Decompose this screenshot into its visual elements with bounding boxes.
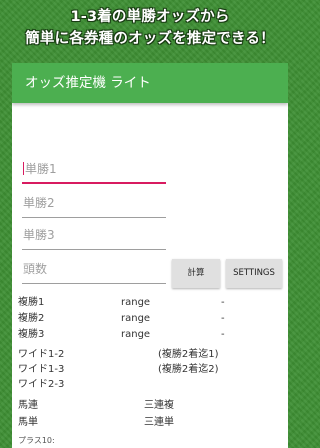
text-caret: [23, 162, 24, 175]
calc-button[interactable]: 計算: [172, 259, 220, 288]
combo-row-1: 馬連: [18, 399, 38, 413]
place-value: -: [221, 297, 225, 308]
wide-row-2: ワイド1-3: [18, 363, 64, 377]
combo-left: 馬単: [18, 417, 38, 428]
place-value: -: [221, 313, 225, 324]
combo-right: 三連複: [144, 400, 174, 411]
footer-label: プラス10:: [18, 436, 55, 445]
win1-input[interactable]: 単勝1: [22, 158, 166, 184]
place-range: range: [121, 329, 151, 340]
place-value: -: [221, 329, 225, 340]
heads-input[interactable]: 頭数: [22, 258, 166, 284]
win3-input[interactable]: 単勝3: [22, 224, 166, 250]
wide-note: (複勝2着迄2): [158, 364, 219, 375]
app-title: オッズ推定機 ライト: [25, 75, 151, 91]
wide-label: ワイド1-2: [18, 349, 65, 360]
promo-banner: 1-3着の単勝オッズから 簡単に各券種のオッズを推定できる！: [0, 6, 300, 50]
place-row-2: 複勝2: [18, 312, 44, 326]
wide-label: ワイド2-3: [18, 379, 65, 390]
heads-placeholder: 頭数: [23, 262, 48, 276]
settings-button[interactable]: SETTINGS: [226, 259, 282, 288]
win1-placeholder: 単勝1: [25, 162, 57, 176]
win2-placeholder: 単勝2: [23, 196, 55, 210]
wide-label: ワイド1-3: [18, 364, 65, 375]
banner-line-1: 1-3着の単勝オッズから: [70, 9, 230, 25]
place-label: 複勝3: [18, 329, 45, 340]
place-range: range: [121, 313, 151, 324]
combo-left: 馬連: [18, 400, 38, 411]
wide-row-3: ワイド2-3: [18, 378, 64, 392]
place-label: 複勝2: [18, 313, 45, 324]
combo-right: 三連単: [144, 417, 174, 428]
win2-input[interactable]: 単勝2: [22, 192, 166, 218]
win3-placeholder: 単勝3: [23, 228, 55, 242]
app-screen: オッズ推定機 ライト 単勝1 単勝2 単勝3 頭数 計算 SETTINGS 複勝…: [12, 63, 288, 448]
place-row-1: 複勝1: [18, 296, 44, 310]
place-row-3: 複勝3: [18, 328, 44, 342]
banner-line-2: 簡単に各券種のオッズを推定できる！: [25, 31, 275, 47]
place-label: 複勝1: [18, 297, 45, 308]
combo-row-2: 馬単: [18, 416, 38, 430]
place-range: range: [121, 297, 151, 308]
app-bar: オッズ推定機 ライト: [12, 63, 288, 103]
wide-row-1: ワイド1-2: [18, 348, 64, 362]
wide-note: (複勝2着迄1): [158, 349, 219, 360]
